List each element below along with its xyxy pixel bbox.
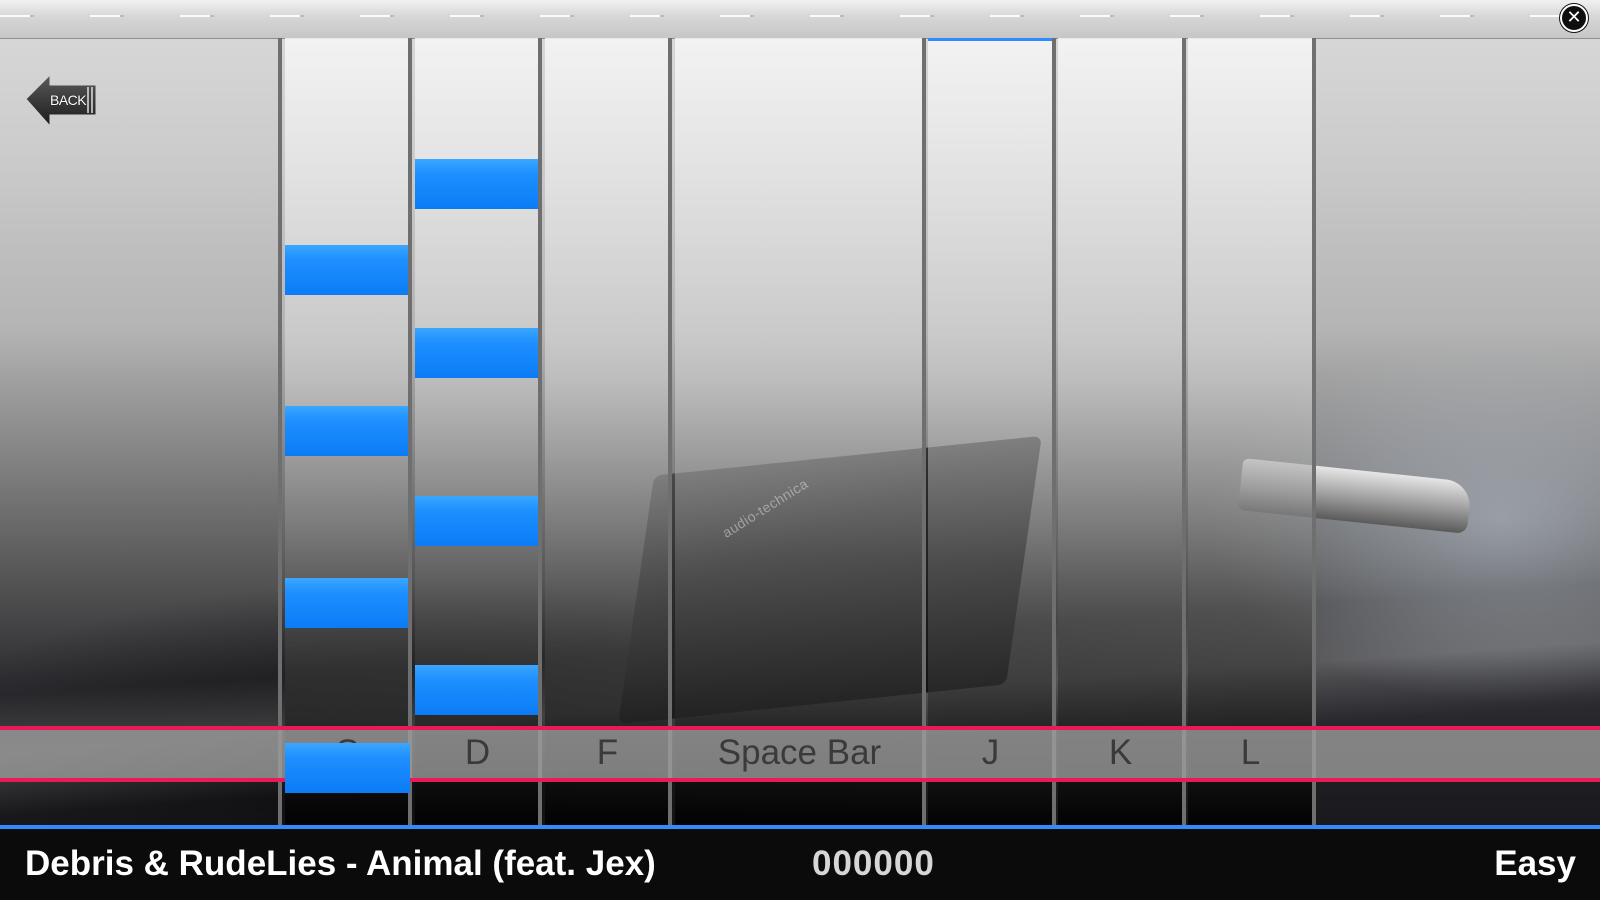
key-label: F xyxy=(596,733,619,772)
lane-l xyxy=(1188,38,1313,825)
key-label: K xyxy=(1108,733,1133,772)
falling-note xyxy=(285,406,410,456)
falling-note xyxy=(285,245,410,295)
game-screen: audio-technica ✕ BACK SDFSpace BarJKL De… xyxy=(0,0,1600,900)
back-button[interactable]: BACK xyxy=(26,73,100,129)
song-title: Debris & RudeLies - Animal (feat. Jex) xyxy=(25,844,656,883)
difficulty-label: Easy xyxy=(1494,844,1576,883)
lane-j xyxy=(928,38,1053,825)
close-icon[interactable]: ✕ xyxy=(1560,4,1588,32)
lane-divider xyxy=(1052,38,1056,825)
key-label: J xyxy=(981,733,1000,772)
lane-f xyxy=(545,38,670,825)
falling-note xyxy=(285,743,410,793)
key-label: Space Bar xyxy=(717,733,882,772)
lane-k xyxy=(1058,38,1183,825)
lane-divider xyxy=(278,38,282,825)
falling-note xyxy=(415,159,540,209)
lane-divider xyxy=(668,38,672,825)
falling-note xyxy=(415,665,540,715)
lane-space-bar xyxy=(675,38,924,825)
lane-divider xyxy=(408,38,412,825)
back-label: BACK xyxy=(50,92,87,108)
falling-note xyxy=(285,578,410,628)
key-label: D xyxy=(464,733,491,772)
falling-note xyxy=(415,496,540,546)
lane-divider xyxy=(1182,38,1186,825)
key-label: L xyxy=(1240,733,1261,772)
falling-note xyxy=(415,328,540,378)
score-counter: 000000 xyxy=(812,844,935,883)
lane-divider xyxy=(1312,38,1316,825)
title-bar: ✕ xyxy=(0,0,1600,38)
lane-divider xyxy=(538,38,542,825)
lane-divider xyxy=(922,38,926,825)
